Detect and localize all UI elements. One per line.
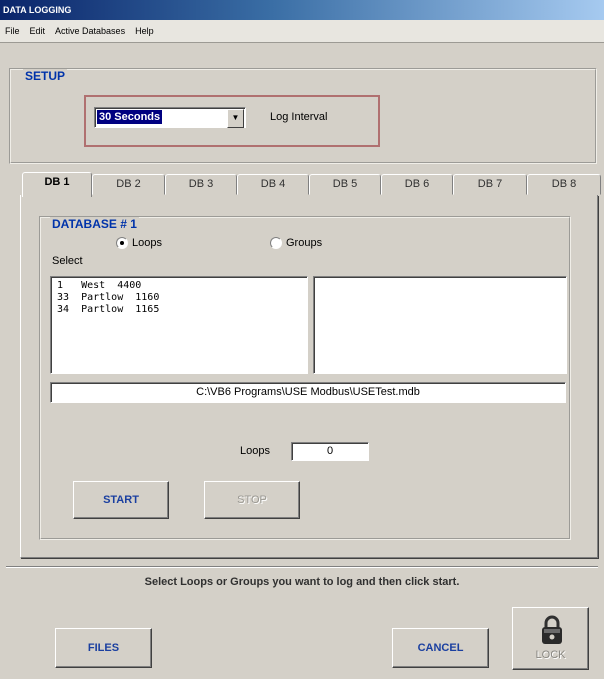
lock-button[interactable]: LOCK: [512, 607, 589, 670]
available-loops-list[interactable]: 1 West 4400 33 Partlow 1160 34 Partlow 1…: [50, 276, 308, 374]
log-interval-label: Log Interval: [270, 111, 328, 123]
radio-groups-indicator[interactable]: [270, 237, 282, 249]
menu-bar: File Edit Active Databases Help: [0, 20, 604, 42]
lock-label: LOCK: [535, 649, 566, 661]
menu-active-databases[interactable]: Active Databases: [50, 20, 130, 42]
menu-edit[interactable]: Edit: [25, 20, 51, 42]
tab-db6[interactable]: DB 6: [381, 174, 453, 195]
loops-count-field: 0: [291, 442, 369, 461]
radio-groups-label: Groups: [286, 237, 323, 249]
tab-db1[interactable]: DB 1: [22, 172, 92, 197]
tab-db2[interactable]: DB 2: [92, 174, 165, 195]
tab-db3[interactable]: DB 3: [165, 174, 237, 195]
instruction-text: Select Loops or Groups you want to log a…: [144, 576, 460, 588]
list-item[interactable]: 34 Partlow 1165: [57, 304, 301, 316]
tab-db7[interactable]: DB 7: [453, 174, 527, 195]
radio-loops-indicator[interactable]: [116, 237, 128, 249]
database-tabs: DB 1 DB 2 DB 3 DB 4 DB 5 DB 6 DB 7 DB 8: [22, 172, 602, 197]
select-label: Select: [52, 255, 83, 267]
cancel-button[interactable]: CANCEL: [392, 628, 489, 668]
radio-groups[interactable]: Groups: [270, 237, 322, 249]
window-title-bar[interactable]: DATA LOGGING: [0, 0, 604, 20]
window-title: DATA LOGGING: [3, 5, 72, 15]
menu-file[interactable]: File: [0, 20, 25, 42]
setup-title: SETUP: [23, 69, 68, 83]
menu-divider: [0, 42, 604, 43]
log-interval-value: 30 Seconds: [97, 110, 163, 124]
database-path: C:\VB6 Programs\USE Modbus\USETest.mdb: [50, 382, 566, 403]
radio-loops[interactable]: Loops: [116, 237, 162, 249]
list-item[interactable]: 33 Partlow 1160: [57, 292, 301, 304]
footer-divider: [6, 566, 598, 568]
list-item[interactable]: 1 West 4400: [57, 280, 301, 292]
padlock-icon: [542, 615, 562, 644]
menu-help[interactable]: Help: [130, 20, 159, 42]
start-button[interactable]: START: [73, 481, 169, 519]
log-interval-dropdown[interactable]: 30 Seconds ▼: [94, 107, 246, 128]
loops-count-label: Loops: [240, 445, 270, 457]
chevron-down-icon[interactable]: ▼: [227, 109, 244, 128]
tab-db5[interactable]: DB 5: [309, 174, 381, 195]
files-button[interactable]: FILES: [55, 628, 152, 668]
database-title: DATABASE # 1: [50, 217, 139, 231]
selected-loops-list[interactable]: [313, 276, 567, 374]
stop-button[interactable]: STOP: [204, 481, 300, 519]
radio-loops-label: Loops: [132, 237, 162, 249]
tab-db8[interactable]: DB 8: [527, 174, 601, 195]
tab-db4[interactable]: DB 4: [237, 174, 309, 195]
